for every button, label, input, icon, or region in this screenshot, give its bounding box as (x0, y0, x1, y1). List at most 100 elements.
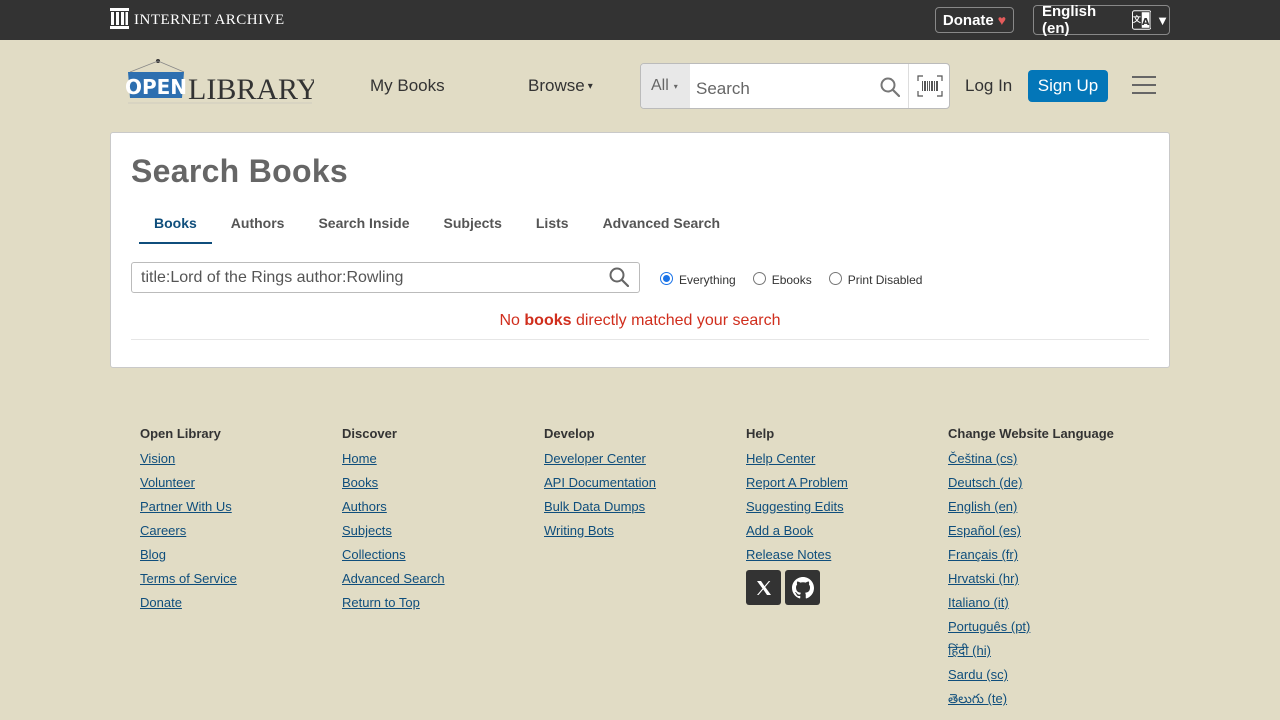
footer-link-writing-bots[interactable]: Writing Bots (544, 522, 656, 539)
footer-link-api-docs[interactable]: API Documentation (544, 474, 656, 491)
footer-link-vision[interactable]: Vision (140, 450, 237, 467)
social-links (746, 570, 848, 605)
ia-top-bar: INTERNET ARCHIVE Donate ♥ English (en) 文… (0, 0, 1280, 40)
footer-link-subjects[interactable]: Subjects (342, 522, 445, 539)
footer-develop: Develop Developer Center API Documentati… (544, 426, 656, 546)
search-icon[interactable] (880, 77, 900, 97)
no-results-suffix: directly matched your search (571, 312, 781, 329)
search-tabs: Books Authors Search Inside Subjects Lis… (139, 215, 739, 244)
language-selector[interactable]: English (en) 文 A ▼ (1033, 3, 1170, 37)
footer-link-collections[interactable]: Collections (342, 546, 445, 563)
tab-authors[interactable]: Authors (216, 215, 300, 244)
filter-ebooks[interactable]: Ebooks (752, 269, 812, 287)
footer-link-lang-pt[interactable]: Português (pt) (948, 618, 1114, 635)
divider (131, 339, 1149, 340)
search-scope-select[interactable]: All ▾ (641, 64, 690, 108)
donate-label: Donate (942, 11, 994, 29)
login-link[interactable]: Log In (965, 76, 1012, 96)
nav-browse[interactable]: Browse ▾ (528, 76, 593, 96)
footer-link-lang-hi[interactable]: हिंदी (hi) (948, 642, 1114, 659)
footer-link-release-notes[interactable]: Release Notes (746, 546, 848, 563)
footer-link-donate[interactable]: Donate (140, 594, 237, 611)
filter-ebooks-label: Ebooks (771, 273, 812, 287)
footer-link-books[interactable]: Books (342, 474, 445, 491)
footer-link-lang-fr[interactable]: Français (fr) (948, 546, 1114, 563)
radio-unchecked-icon[interactable] (828, 271, 842, 285)
footer-help: Help Help Center Report A Problem Sugges… (746, 426, 848, 605)
footer-link-careers[interactable]: Careers (140, 522, 237, 539)
search-query-input[interactable]: title:Lord of the Rings author:Rowling (131, 262, 640, 293)
footer-link-partner[interactable]: Partner With Us (140, 498, 237, 515)
filter-print-disabled-label: Print Disabled (847, 273, 923, 287)
tab-advanced-search[interactable]: Advanced Search (588, 215, 736, 244)
footer-link-report-problem[interactable]: Report A Problem (746, 474, 848, 491)
tab-lists[interactable]: Lists (521, 215, 584, 244)
footer-link-add-book[interactable]: Add a Book (746, 522, 848, 539)
heart-icon: ♥ (997, 12, 1007, 28)
footer-link-lang-en[interactable]: English (en) (948, 498, 1114, 515)
search-books-panel: Search Books Books Authors Search Inside… (110, 132, 1170, 368)
svg-text:OPEN: OPEN (126, 75, 187, 99)
search-scope-value: All (651, 77, 669, 94)
footer-link-lang-hr[interactable]: Hrvatski (hr) (948, 570, 1114, 587)
no-results-message: No books directly matched your search (111, 312, 1169, 330)
radio-unchecked-icon[interactable] (752, 271, 766, 285)
footer-link-bulk-dumps[interactable]: Bulk Data Dumps (544, 498, 656, 515)
svg-text:文: 文 (1133, 14, 1141, 24)
github-icon[interactable] (785, 570, 820, 605)
nav-my-books[interactable]: My Books (370, 76, 445, 96)
footer-link-developer-center[interactable]: Developer Center (544, 450, 656, 467)
footer-link-lang-cs[interactable]: Čeština (cs) (948, 450, 1114, 467)
no-results-emphasis: books (524, 312, 572, 329)
filter-print-disabled[interactable]: Print Disabled (828, 269, 923, 287)
footer-heading: Develop (544, 426, 595, 441)
signup-button[interactable]: Sign Up (1028, 70, 1108, 102)
footer-link-lang-de[interactable]: Deutsch (de) (948, 474, 1114, 491)
x-icon[interactable] (746, 570, 781, 605)
filter-everything[interactable]: Everything (660, 269, 736, 287)
browse-label: Browse (528, 76, 585, 95)
chevron-down-icon: ▾ (673, 81, 678, 91)
barcode-icon (916, 75, 943, 97)
footer-heading: Change Website Language (948, 426, 1114, 441)
footer-link-lang-it[interactable]: Italiano (it) (948, 594, 1114, 611)
footer-open-library: Open Library Vision Volunteer Partner Wi… (140, 426, 237, 618)
chevron-down-icon: ▾ (587, 81, 593, 93)
search-query-value: title:Lord of the Rings author:Rowling (141, 269, 404, 286)
footer-link-terms[interactable]: Terms of Service (140, 570, 237, 587)
open-library-logo[interactable]: OPEN LIBRARY (126, 58, 314, 106)
footer-link-authors[interactable]: Authors (342, 498, 445, 515)
radio-checked-icon[interactable] (660, 271, 673, 285)
filter-everything-label: Everything (679, 273, 736, 287)
footer-discover: Discover Home Books Authors Subjects Col… (342, 426, 445, 618)
header-search-input[interactable]: Search (696, 79, 750, 99)
barcode-scanner-button[interactable] (908, 64, 949, 108)
hamburger-menu-icon[interactable] (1132, 76, 1156, 96)
footer-link-lang-te[interactable]: తెలుగు (te) (948, 690, 1114, 707)
internet-archive-brand: INTERNET ARCHIVE (134, 12, 285, 28)
search-icon[interactable] (609, 267, 629, 287)
tab-subjects[interactable]: Subjects (429, 215, 517, 244)
footer-heading: Discover (342, 426, 397, 441)
footer-heading: Help (746, 426, 775, 441)
tab-books[interactable]: Books (139, 215, 212, 244)
archive-building-icon (110, 8, 129, 29)
language-label: English (en) (1042, 3, 1097, 37)
footer-link-volunteer[interactable]: Volunteer (140, 474, 237, 491)
footer-link-blog[interactable]: Blog (140, 546, 237, 563)
footer-heading: Open Library (140, 426, 221, 441)
footer-link-help-center[interactable]: Help Center (746, 450, 848, 467)
tab-search-inside[interactable]: Search Inside (303, 215, 424, 244)
internet-archive-logo[interactable]: INTERNET ARCHIVE (110, 8, 285, 29)
mode-filter-group: Everything Ebooks Print Disabled (660, 269, 939, 287)
donate-button[interactable]: Donate ♥ (935, 7, 1014, 33)
footer-link-lang-sc[interactable]: Sardu (sc) (948, 666, 1114, 683)
footer-link-return-to-top[interactable]: Return to Top (342, 594, 445, 611)
footer-link-suggesting-edits[interactable]: Suggesting Edits (746, 498, 848, 515)
footer-link-advanced-search[interactable]: Advanced Search (342, 570, 445, 587)
footer-language: Change Website Language Čeština (cs) Deu… (948, 426, 1114, 714)
chevron-down-icon: ▼ (1156, 12, 1169, 28)
page-title: Search Books (131, 153, 349, 189)
footer-link-home[interactable]: Home (342, 450, 445, 467)
footer-link-lang-es[interactable]: Español (es) (948, 522, 1114, 539)
